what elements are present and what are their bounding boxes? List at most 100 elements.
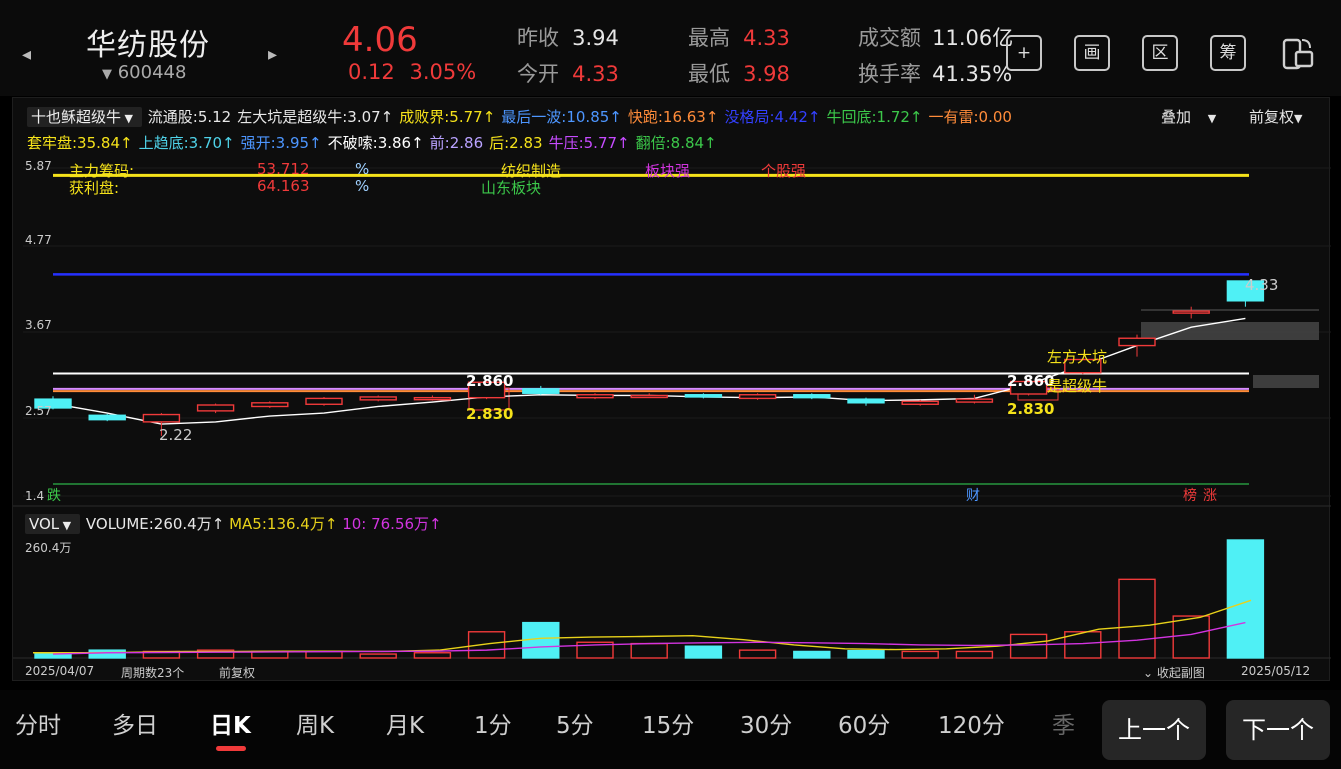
profit-value: 64.163 — [257, 177, 310, 195]
volume-header: VOL ▼ VOLUME:260.4万↑ MA5:136.4万↑ 10: 76.… — [25, 513, 442, 534]
open-value: 4.33 — [572, 62, 619, 86]
stock-code[interactable]: ▼ 600448 — [102, 62, 186, 83]
tab-monthly[interactable]: 月K — [386, 706, 424, 740]
kline-chart[interactable] — [13, 98, 1331, 682]
candle-4 — [251, 402, 289, 408]
high-label: 最高 — [688, 26, 730, 50]
rotate-screen-icon[interactable] — [1276, 34, 1316, 78]
candle-6 — [359, 396, 397, 401]
profit-label: 获利盘: — [69, 179, 120, 197]
volume-ma10-line — [52, 621, 1246, 655]
tab-1min[interactable]: 1分 — [474, 706, 512, 740]
volume-ma5-line — [33, 599, 1252, 654]
pit-annotation: 左方大坑 — [1047, 348, 1108, 366]
quote-header: ◂ 华纺股份 ▼ 600448 ▸ 4.06 0.12 3.05% 昨收 3.9… — [0, 0, 1341, 96]
y-tick-2: 4.77 — [25, 233, 52, 247]
volume-bar-21 — [1172, 615, 1210, 659]
turnover-field: 换手率 41.35% — [858, 58, 1012, 88]
region-label: 山东板块 — [481, 179, 542, 197]
volume-bar-20 — [1118, 578, 1156, 659]
price-change: 0.12 3.05% — [348, 60, 476, 84]
change-percent: 3.05% — [409, 60, 477, 84]
amount-field: 成交额 11.06亿 — [858, 22, 1013, 52]
tab-60min[interactable]: 60分 — [838, 706, 890, 740]
zone-stats-button[interactable]: 区 — [1142, 35, 1178, 71]
prev-close-field: 昨收 3.94 — [517, 22, 619, 52]
period-tab-bar: 分时 多日 日K 周K 月K 1分 5分 15分 30分 60分 120分 季上一个 下一个 — [0, 690, 1341, 769]
tab-daily[interactable]: 日K — [210, 706, 251, 740]
turnover-label: 换手率 — [858, 62, 921, 86]
main-chip-pct: % — [355, 160, 370, 178]
event-mark-zhang[interactable]: 涨 — [1203, 485, 1217, 505]
open-field: 今开 4.33 — [517, 58, 619, 88]
candle-3 — [196, 404, 235, 412]
candle-10 — [576, 394, 614, 399]
collapse-chevron-icon: ⌄ — [1143, 666, 1154, 680]
next-stock-arrow-icon[interactable]: ▸ — [268, 44, 277, 65]
tab-multiday[interactable]: 多日 — [112, 706, 158, 740]
event-mark-die[interactable]: 跌 — [47, 485, 61, 505]
tab-30min[interactable]: 30分 — [740, 706, 792, 740]
tab-weekly[interactable]: 周K — [296, 706, 334, 740]
volume-bar-16 — [901, 650, 939, 659]
prev-stock-arrow-icon[interactable]: ◂ — [22, 44, 31, 65]
change-value: 0.12 — [348, 60, 395, 84]
tab-5min[interactable]: 5分 — [556, 706, 594, 740]
candle-5 — [305, 397, 343, 405]
kline-panel[interactable]: 十也稣超级牛 ▼ 流通股:5.12 左大坑是超级牛:3.07↑ 成败界:5.77↑ 最… — [12, 97, 1331, 682]
tab-intraday[interactable]: 分时 — [15, 706, 61, 740]
volume-bar-17 — [955, 650, 994, 659]
y-tick-1: 5.87 — [25, 159, 52, 173]
candle-13 — [738, 394, 777, 400]
volume-value: VOLUME:260.4万↑ — [85, 515, 225, 533]
volume-bar-7 — [413, 652, 452, 659]
tab-15min[interactable]: 15分 — [642, 706, 694, 740]
draw-tool-button[interactable]: 画 — [1074, 35, 1110, 71]
add-watchlist-button[interactable]: + — [1006, 35, 1042, 71]
turnover-value: 41.35% — [932, 62, 1013, 86]
code-dropdown-icon: ▼ — [102, 67, 112, 82]
volume-ma10-value: 10: 76.56万↑ — [342, 515, 442, 533]
tab-season[interactable]: 季 — [1052, 706, 1075, 740]
y-tick-4: 2.57 — [25, 404, 52, 418]
active-tab-indicator — [216, 746, 246, 751]
event-mark-cai[interactable]: 财 — [966, 485, 980, 505]
end-date: 2025/05/12 — [1241, 664, 1311, 678]
candle-11 — [630, 394, 668, 399]
collapse-subchart-button[interactable]: ⌄ 收起副图 — [1143, 664, 1205, 681]
volume-bar-12 — [684, 645, 723, 659]
candle-15 — [847, 398, 885, 404]
candle-16 — [901, 400, 939, 405]
volume-bar-22 — [1226, 539, 1265, 659]
volume-bar-8 — [467, 631, 506, 659]
candle-21 — [1172, 310, 1210, 314]
low-price-marker: 2.22 — [159, 426, 193, 444]
open-label: 今开 — [517, 62, 559, 86]
low-field: 最低 3.98 — [688, 58, 790, 88]
prev-close-value: 3.94 — [572, 26, 619, 50]
resistance-zone-2 — [1253, 375, 1319, 388]
chip-distribution-button[interactable]: 筹 — [1210, 35, 1246, 71]
low-label: 最低 — [688, 62, 730, 86]
volume-bar-14 — [793, 650, 831, 659]
y-tick-3: 3.67 — [25, 318, 52, 332]
period-count: 周期数23个 — [121, 666, 185, 680]
tab-120min[interactable]: 120分 — [938, 706, 1005, 740]
volume-top-tick: 260.4万 — [25, 541, 72, 555]
stock-name[interactable]: 华纺股份 — [86, 20, 210, 64]
candle-20 — [1118, 337, 1156, 347]
candle-2 — [142, 413, 181, 423]
prev-button[interactable]: 上一个 — [1102, 700, 1206, 760]
bull-annotation: 是超级牛 — [1047, 377, 1108, 395]
high-field: 最高 4.33 — [688, 22, 790, 52]
event-mark-bang[interactable]: 榜 — [1183, 485, 1197, 505]
candle-17 — [955, 398, 994, 403]
next-button[interactable]: 下一个 — [1226, 700, 1330, 760]
amount-label: 成交额 — [858, 26, 921, 50]
candle-9 — [522, 388, 560, 394]
amount-value: 11.06亿 — [932, 26, 1014, 50]
candle-12 — [684, 394, 723, 398]
level-label-2830-a: 2.830 — [466, 405, 514, 423]
stock-strong-label: 个股强 — [761, 162, 807, 180]
volume-indicator-selector[interactable]: VOL ▼ — [25, 514, 80, 534]
